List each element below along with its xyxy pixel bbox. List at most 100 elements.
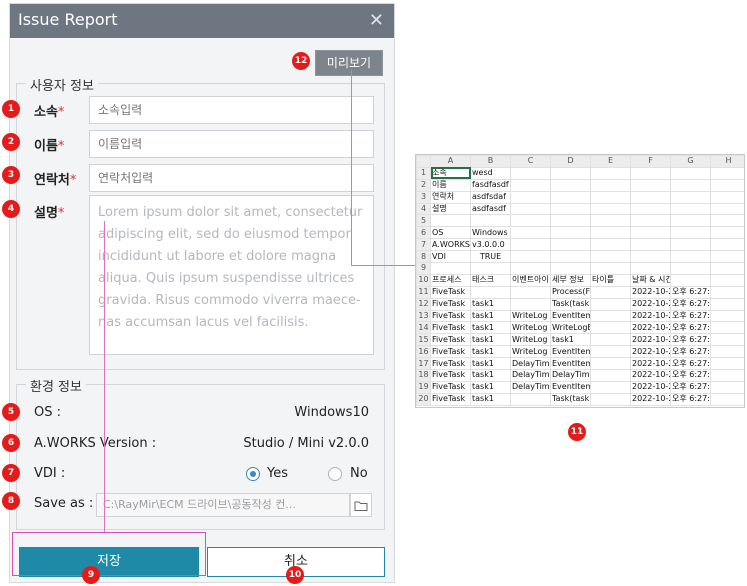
env-info-legend: 환경 정보	[26, 376, 86, 395]
spreadsheet-cell	[590, 238, 631, 252]
spreadsheet-cell	[590, 309, 631, 323]
spreadsheet-cell: FiveTask	[430, 333, 471, 347]
spreadsheet-cell: asdfsdaf	[470, 190, 511, 204]
required-mark: *	[57, 206, 65, 221]
spreadsheet-cell	[710, 262, 744, 275]
contact-label-text: 연락처	[34, 173, 70, 188]
spreadsheet-cell	[710, 178, 744, 192]
spreadsheet-cell	[550, 190, 591, 204]
spreadsheet-cell: Process(FiveTask) Sta	[550, 285, 591, 299]
vdi-no-label[interactable]: No	[350, 466, 368, 481]
spreadsheet-row: 18FiveTasktask1DelayTimeDelayTimeRun() h…	[416, 369, 744, 382]
spreadsheet-cell	[510, 226, 551, 240]
spreadsheet-column-header	[416, 155, 431, 168]
spreadsheet-cell	[590, 357, 631, 371]
spreadsheet-row-number: 12	[416, 297, 431, 311]
marker-2: 2	[2, 133, 20, 151]
saveas-path-input[interactable]: C:\RayMir\ECM 드라이브\공동작성 컨...	[96, 493, 350, 517]
spreadsheet-cell: 2022-10-24	[630, 333, 671, 347]
vdi-no-radio[interactable]	[328, 467, 342, 481]
spreadsheet-cell: TRUE	[470, 250, 511, 264]
spreadsheet-row-number: 1	[416, 166, 431, 180]
spreadsheet-cell: 오후 6:27:14	[670, 345, 711, 359]
spreadsheet-row: 15FiveTasktask1WriteLogtask12022-10-24오후…	[416, 333, 744, 347]
affiliation-label: 소속*	[34, 101, 64, 120]
spreadsheet-cell: EventItem(DelayTime	[550, 380, 591, 394]
spreadsheet-cell: task1	[470, 345, 511, 359]
spreadsheet-header-row: ABCDEFGH	[416, 155, 744, 168]
close-icon[interactable]: ✕	[369, 10, 384, 31]
spreadsheet-cell: FiveTask	[430, 380, 471, 394]
spreadsheet-cell: 이벤트아이	[510, 273, 551, 287]
spreadsheet-cell	[550, 226, 591, 240]
spreadsheet-cell	[670, 190, 711, 204]
spreadsheet-row: 13FiveTasktask1WriteLogEventItem(WriteLo…	[416, 309, 744, 323]
spreadsheet-cell	[550, 166, 591, 180]
spreadsheet-cell	[630, 214, 671, 228]
spreadsheet-cell	[510, 166, 551, 180]
marker-6: 6	[2, 434, 20, 452]
spreadsheet-column-header: B	[470, 155, 511, 168]
spreadsheet-cell	[670, 238, 711, 252]
folder-browse-button[interactable]	[350, 493, 372, 517]
spreadsheet-cell: FiveTask	[430, 285, 471, 299]
required-mark: *	[69, 173, 77, 188]
spreadsheet-cell	[590, 392, 631, 406]
spreadsheet-cell	[510, 392, 551, 406]
vdi-yes-radio[interactable]	[246, 467, 260, 481]
spreadsheet-cell: 2022-10-24	[630, 369, 671, 382]
spreadsheet-cell	[590, 250, 631, 264]
spreadsheet-row-number: 8	[416, 250, 431, 264]
spreadsheet-cell	[710, 333, 744, 347]
spreadsheet-cell	[590, 166, 631, 180]
spreadsheet-cell: 2022-10-24	[630, 345, 671, 359]
spreadsheet-cell: 오후 6:27:14	[670, 333, 711, 347]
spreadsheet-row: 7 A.WORKS v3.0.0.0	[416, 238, 744, 252]
spreadsheet-cell: DelayTime	[510, 357, 551, 371]
spreadsheet-column-header: A	[430, 155, 471, 168]
spreadsheet-cell	[710, 285, 744, 299]
preview-button[interactable]: 미리보기	[315, 50, 383, 76]
spreadsheet-column-header: F	[630, 155, 671, 168]
spreadsheet-cell	[590, 202, 631, 216]
spreadsheet-cell	[710, 202, 744, 216]
spreadsheet-cell: FiveTask	[430, 369, 471, 382]
spreadsheet-cell: 프로세스	[430, 273, 471, 287]
spreadsheet-cell	[510, 178, 551, 192]
spreadsheet-cell: 날짜 & 시간	[630, 273, 671, 287]
spreadsheet-cell	[710, 297, 744, 311]
affiliation-input[interactable]	[89, 96, 374, 124]
spreadsheet-cell	[430, 214, 471, 228]
save-highlight-box	[12, 532, 206, 576]
marker-12: 12	[292, 52, 310, 70]
spreadsheet-cell	[510, 214, 551, 228]
spreadsheet-row: 10 프로세스 태스크 이벤트아이 세부 정보 타이틀 날짜 & 시간	[416, 273, 744, 287]
spreadsheet-row: 4 설명 asdfasdf	[416, 202, 744, 216]
spreadsheet-row-number: 17	[416, 357, 431, 371]
spreadsheet-cell	[630, 190, 671, 204]
spreadsheet-cell	[670, 262, 711, 275]
spreadsheet-cell: 2022-10-24	[630, 380, 671, 394]
spreadsheet-cell: 오후 6:27:12	[670, 285, 711, 299]
spreadsheet-column-header: C	[510, 155, 551, 168]
description-textarea[interactable]: Lorem ipsum dolor sit amet, consectetur …	[89, 195, 374, 355]
spreadsheet-cell: EventItem(DelayTime	[550, 357, 591, 371]
spreadsheet-cell: Task(task1) End	[550, 392, 591, 406]
spreadsheet-row-number: 6	[416, 226, 431, 240]
user-info-legend: 사용자 정보	[26, 75, 98, 94]
spreadsheet-cell: 오후 6:27:14	[670, 321, 711, 335]
spreadsheet-cell: DelayTimeRun() has	[550, 369, 591, 382]
spreadsheet-cell	[510, 250, 551, 264]
spreadsheet-cell	[710, 357, 744, 371]
spreadsheet-row: 8 VDI TRUE	[416, 250, 744, 264]
vdi-yes-label[interactable]: Yes	[267, 466, 288, 481]
spreadsheet-cell	[550, 250, 591, 264]
spreadsheet-cell	[470, 285, 511, 299]
spreadsheet-column-header: E	[590, 155, 631, 168]
contact-input[interactable]	[89, 164, 374, 192]
name-input[interactable]	[89, 130, 374, 158]
spreadsheet-row: 19FiveTasktask1DelayTimeEventItem(DelayT…	[416, 380, 744, 394]
preview-connector-horizontal	[351, 265, 415, 266]
spreadsheet-column-header: D	[550, 155, 591, 168]
version-value: Studio / Mini v2.0.0	[243, 436, 369, 451]
